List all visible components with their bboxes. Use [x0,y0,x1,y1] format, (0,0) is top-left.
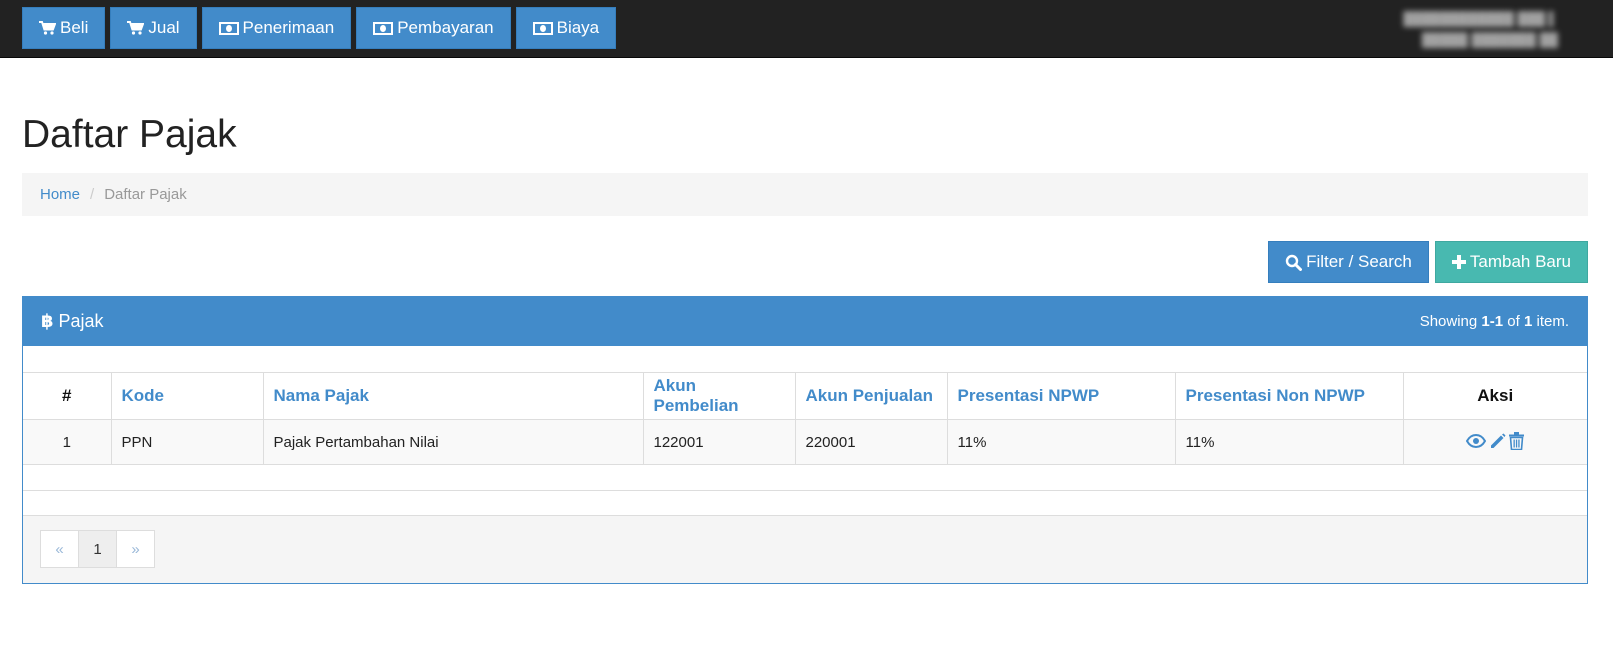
cart-icon [39,21,56,35]
nav-beli-label: Beli [60,18,89,37]
money-icon [532,21,553,35]
pagination-prev[interactable]: « [40,530,79,568]
column-header-akun-pembelian[interactable]: Akun Pembelian [642,372,796,420]
cell-akun-penjualan: 220001 [794,419,948,465]
plus-icon [1451,255,1466,269]
panel-heading: ฿ Pajak Showing 1-1 of 1 item. [23,297,1587,346]
results-summary: Showing 1-1 of 1 item. [1419,313,1569,330]
nav-jual-label: Jual [148,18,180,37]
filter-search-button[interactable]: Filter / Search [1268,241,1429,283]
breadcrumb: Home / Daftar Pajak [22,173,1588,216]
pagination: « 1 » [40,530,155,568]
cell-akun-pembelian: 122001 [642,419,796,465]
column-header-number: # [23,372,112,420]
tax-table: # Kode Nama Pajak Akun Pembelian Akun Pe… [23,372,1587,516]
column-header-presentasi-npwp[interactable]: Presentasi NPWP [946,372,1176,420]
cell-actions [1402,419,1587,465]
cell-kode: PPN [110,419,264,465]
cell-number: 1 [23,419,112,465]
filter-search-label: Filter / Search [1306,252,1412,271]
edit-pencil-icon[interactable] [1489,433,1506,450]
user-info-blurred[interactable]: ████████████ ███ ▌ █████ ███████ ██ [1403,8,1558,50]
nav-button-group: Beli Jual Penerimaan Pembayaran Biaya [22,7,617,49]
breadcrumb-current: Daftar Pajak [104,186,187,203]
pagination-next[interactable]: » [116,530,155,568]
breadcrumb-separator: / [90,186,95,203]
delete-trash-icon[interactable] [1509,432,1525,450]
table-empty-row [23,464,1587,491]
column-header-kode[interactable]: Kode [110,372,264,420]
top-navbar: Beli Jual Penerimaan Pembayaran Biaya ██… [0,0,1613,58]
table-row: 1 PPN Pajak Pertambahan Nilai 122001 220… [23,419,1587,465]
nav-pembayaran-button[interactable]: Pembayaran [356,7,511,49]
add-new-button[interactable]: Tambah Baru [1434,241,1588,283]
table-empty-row [23,490,1587,516]
money-icon [373,21,394,35]
view-eye-icon[interactable] [1466,434,1487,448]
cart-icon [127,21,145,35]
column-header-aksi: Aksi [1402,372,1587,420]
nav-beli-button[interactable]: Beli [22,7,106,49]
tax-panel: ฿ Pajak Showing 1-1 of 1 item. # Kode Na… [22,296,1588,584]
action-buttons: Filter / Search Tambah Baru [1268,241,1588,283]
column-header-presentasi-non-npwp[interactable]: Presentasi Non NPWP [1174,372,1404,420]
bitcoin-icon: ฿ [41,311,54,331]
breadcrumb-home-link[interactable]: Home [40,186,80,203]
cell-presentasi-non-npwp: 11% [1174,419,1404,465]
nav-pembayaran-label: Pembayaran [397,18,494,37]
nav-penerimaan-button[interactable]: Penerimaan [201,7,352,49]
user-name-redacted: ████████████ ███ ▌ [1403,11,1558,26]
user-email-redacted: █████ ███████ ██ [1421,32,1558,47]
nav-biaya-button[interactable]: Biaya [515,7,617,49]
cell-nama-pajak: Pajak Pertambahan Nilai [262,419,644,465]
cell-presentasi-npwp: 11% [946,419,1176,465]
search-icon [1285,254,1303,271]
nav-jual-button[interactable]: Jual [110,7,197,49]
pagination-page-1[interactable]: 1 [78,530,117,568]
table-header-row: # Kode Nama Pajak Akun Pembelian Akun Pe… [23,372,1587,420]
panel-title: Pajak [58,311,104,331]
nav-penerimaan-label: Penerimaan [242,18,335,37]
page-title: Daftar Pajak [22,113,237,156]
nav-biaya-label: Biaya [556,18,600,37]
money-icon [218,21,239,35]
column-header-akun-penjualan[interactable]: Akun Penjualan [794,372,948,420]
add-new-label: Tambah Baru [1469,252,1571,271]
column-header-nama-pajak[interactable]: Nama Pajak [262,372,644,420]
panel-footer: « 1 » [23,515,1587,583]
